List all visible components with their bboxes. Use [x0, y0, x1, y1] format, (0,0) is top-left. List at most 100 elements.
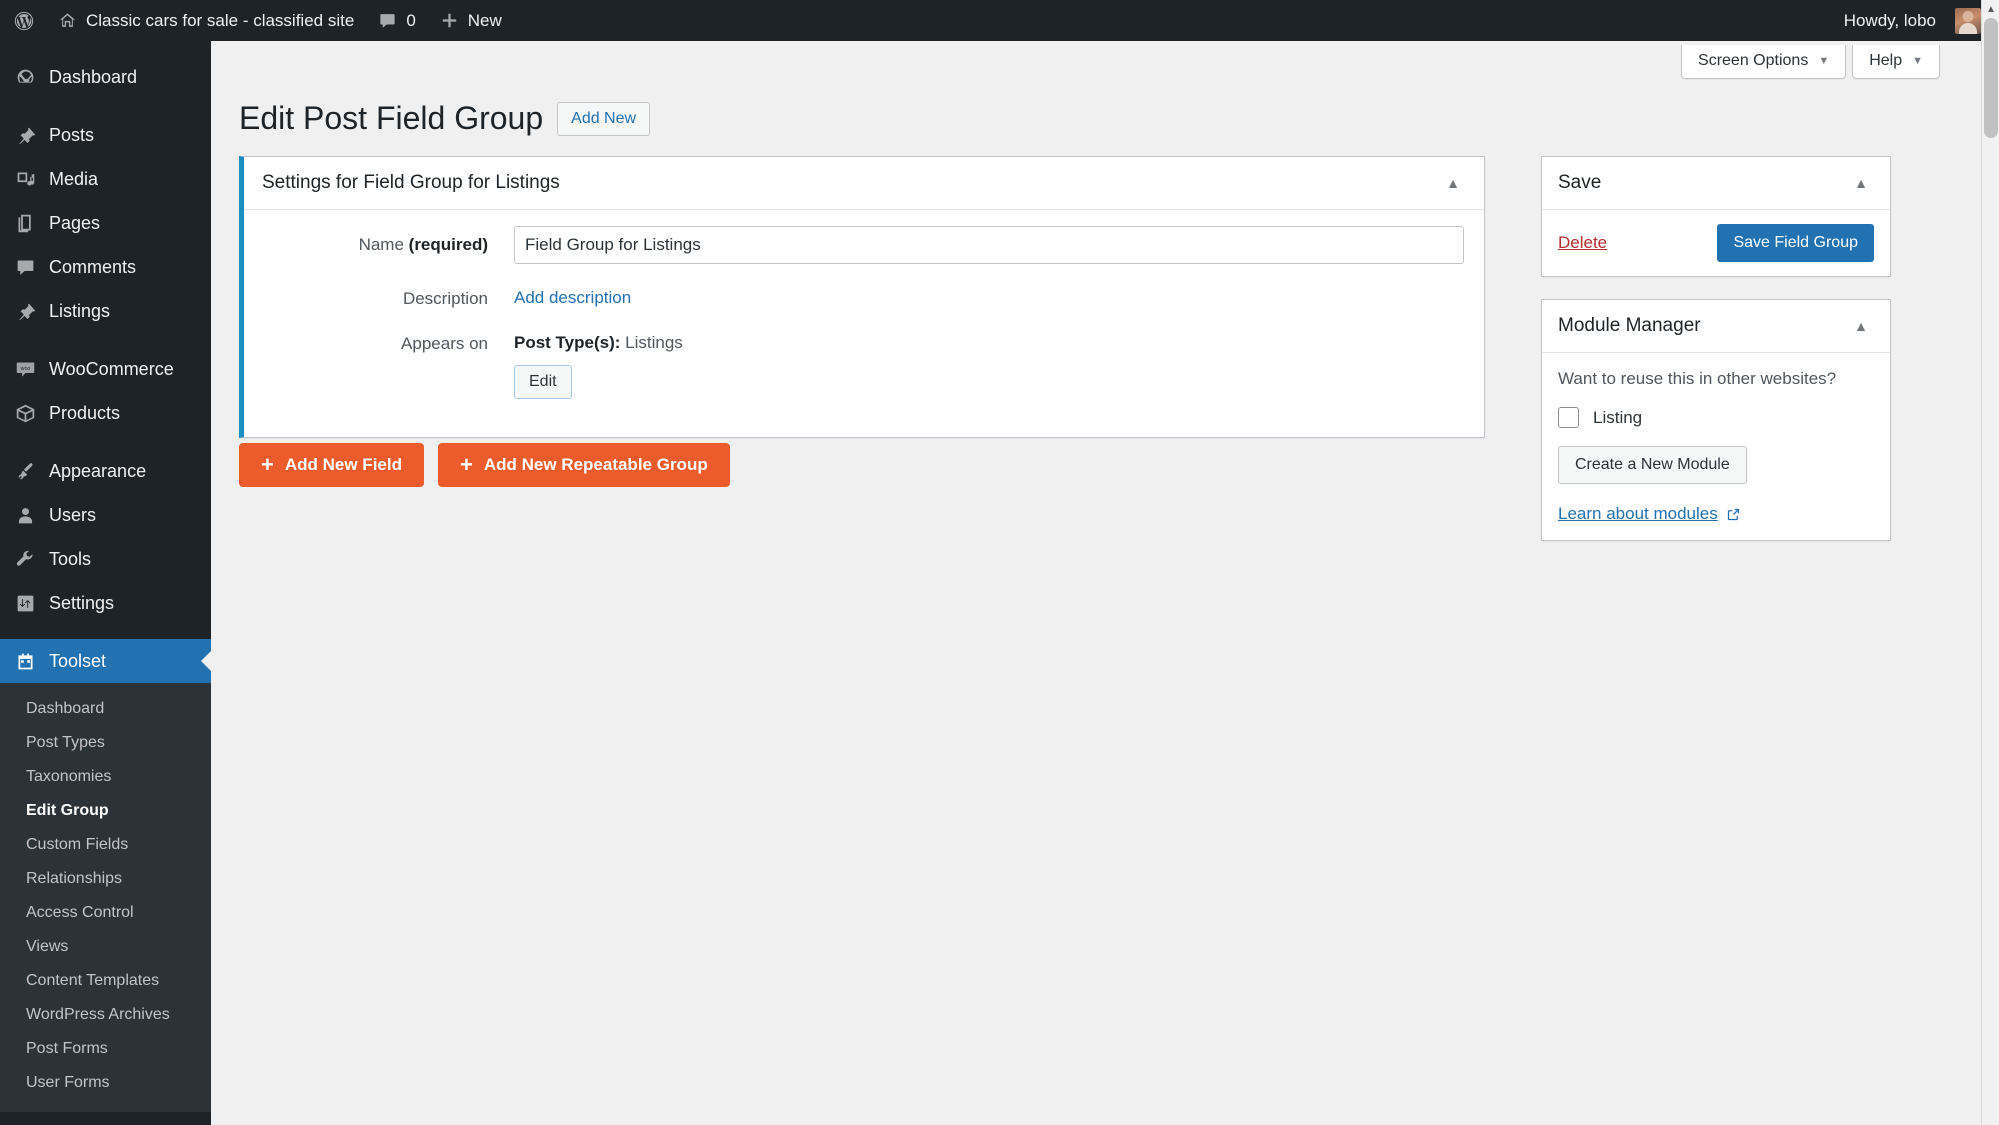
submenu-item-dashboard[interactable]: Dashboard — [0, 692, 211, 726]
submenu-item-wordpress-archives[interactable]: WordPress Archives — [0, 998, 211, 1032]
module-manager-metabox: Module Manager ▲ Want to reuse this in o… — [1541, 299, 1891, 541]
sidebar-item-tools[interactable]: Tools — [0, 537, 211, 581]
name-required-text: (required) — [408, 235, 488, 254]
sidebar-label: Users — [49, 504, 97, 525]
submenu-item-content-templates[interactable]: Content Templates — [0, 964, 211, 998]
sidebar-item-posts[interactable]: Posts — [0, 113, 211, 157]
submenu-item-post-types[interactable]: Post Types — [0, 726, 211, 760]
sidebar-item-pages[interactable]: Pages — [0, 201, 211, 245]
wordpress-logo-button[interactable] — [0, 0, 46, 41]
home-icon — [58, 11, 77, 30]
external-link-icon — [1726, 507, 1741, 522]
admin-bar-right: Howdy, lobo — [1832, 0, 1999, 41]
new-label: New — [467, 10, 502, 30]
save-field-group-button[interactable]: Save Field Group — [1717, 224, 1874, 262]
sidebar-item-toolset[interactable]: Toolset — [0, 639, 211, 683]
site-name-link[interactable]: Classic cars for sale - classified site — [46, 0, 366, 41]
sidebar-item-products[interactable]: Products — [0, 391, 211, 435]
submenu-item-relationships[interactable]: Relationships — [0, 862, 211, 896]
sidebar-label: Posts — [49, 124, 95, 145]
settings-metabox: Settings for Field Group for Listings ▲ … — [239, 156, 1485, 438]
appears-on-row: Appears on Post Type(s): Listings Edit — [264, 325, 1464, 399]
new-content-button[interactable]: New — [428, 0, 514, 41]
sidebar-item-users[interactable]: Users — [0, 493, 211, 537]
screen-options-label: Screen Options — [1698, 52, 1809, 69]
listing-checkbox[interactable] — [1558, 407, 1579, 428]
plus-icon — [440, 11, 459, 30]
pin-icon — [12, 301, 38, 322]
scroll-up-arrow-icon[interactable]: ▲ — [1982, 0, 1999, 18]
page-scrollbar[interactable]: ▲ — [1981, 0, 1999, 1125]
name-row: Name (required) — [264, 226, 1464, 264]
page-title: Edit Post Field Group — [239, 100, 544, 136]
paintbrush-icon — [12, 461, 38, 482]
admin-sidebar-menu: Dashboard Posts Media Pages Comments Lis… — [0, 41, 211, 1125]
side-column: Save ▲ Delete Save Field Group Module Ma… — [1541, 156, 1891, 563]
sidebar-label: Dashboard — [49, 66, 138, 87]
sidebar-label: Toolset — [49, 650, 107, 671]
menu-spacer-2 — [0, 333, 211, 347]
sidebar-item-comments[interactable]: Comments — [0, 245, 211, 289]
save-metabox: Save ▲ Delete Save Field Group — [1541, 156, 1891, 277]
help-label: Help — [1869, 52, 1903, 69]
edit-post-types-button[interactable]: Edit — [514, 365, 572, 399]
chevron-up-icon[interactable]: ▲ — [1848, 314, 1874, 338]
submenu-item-views[interactable]: Views — [0, 930, 211, 964]
module-manager-header[interactable]: Module Manager ▲ — [1542, 300, 1890, 353]
sidebar-item-settings[interactable]: Settings — [0, 581, 211, 625]
add-new-repeatable-group-label: Add New Repeatable Group — [483, 455, 708, 474]
pages-icon — [12, 213, 38, 234]
help-button[interactable]: Help ▼ — [1852, 45, 1940, 79]
plus-icon: + — [459, 452, 473, 477]
howdy-label: Howdy, lobo — [1843, 10, 1936, 30]
sidebar-label: Media — [49, 168, 99, 189]
site-name-label: Classic cars for sale - classified site — [86, 10, 355, 30]
sidebar-label: Products — [49, 402, 121, 423]
sidebar-label: Pages — [49, 212, 101, 233]
post-types-list: Listings — [625, 333, 683, 352]
my-account-menu[interactable]: Howdy, lobo — [1832, 0, 1981, 41]
module-manager-body: Want to reuse this in other websites? Li… — [1542, 353, 1890, 540]
scrollbar-thumb[interactable] — [1984, 18, 1998, 138]
delete-link[interactable]: Delete — [1558, 233, 1607, 253]
field-actions-row: + Add New Field + Add New Repeatable Gro… — [239, 443, 730, 487]
settings-metabox-header[interactable]: Settings for Field Group for Listings ▲ — [244, 157, 1484, 210]
chevron-up-icon[interactable]: ▲ — [1440, 171, 1466, 195]
name-label: Name (required) — [264, 226, 514, 255]
learn-link-wrap: Learn about modules — [1558, 504, 1874, 524]
module-manager-title: Module Manager — [1558, 315, 1701, 336]
screen-options-button[interactable]: Screen Options ▼ — [1681, 45, 1847, 79]
chevron-up-icon[interactable]: ▲ — [1848, 171, 1874, 195]
description-label: Description — [402, 289, 488, 308]
save-metabox-header[interactable]: Save ▲ — [1542, 157, 1890, 210]
sidebar-item-dashboard[interactable]: Dashboard — [0, 55, 211, 99]
comments-bubble-button[interactable]: 0 — [366, 0, 427, 41]
plus-icon: + — [261, 452, 274, 477]
products-box-icon — [12, 403, 38, 424]
add-new-field-button[interactable]: + Add New Field — [239, 443, 424, 487]
add-description-link[interactable]: Add description — [514, 280, 631, 308]
submenu-item-post-forms[interactable]: Post Forms — [0, 1032, 211, 1066]
create-new-module-button[interactable]: Create a New Module — [1558, 446, 1747, 484]
sidebar-item-appearance[interactable]: Appearance — [0, 449, 211, 493]
sidebar-item-woocommerce[interactable]: woo WooCommerce — [0, 347, 211, 391]
sidebar-item-listings[interactable]: Listings — [0, 289, 211, 333]
submenu-item-custom-fields[interactable]: Custom Fields — [0, 828, 211, 862]
submenu-item-taxonomies[interactable]: Taxonomies — [0, 760, 211, 794]
submenu-item-user-forms[interactable]: User Forms — [0, 1066, 211, 1100]
learn-about-modules-link[interactable]: Learn about modules — [1558, 504, 1741, 524]
add-new-button[interactable]: Add New — [557, 101, 651, 136]
sidebar-item-media[interactable]: Media — [0, 157, 211, 201]
submenu-item-access-control[interactable]: Access Control — [0, 896, 211, 930]
toolset-icon — [12, 651, 38, 672]
menu-spacer-top — [0, 41, 211, 55]
save-metabox-title: Save — [1558, 172, 1602, 193]
submenu-item-edit-group[interactable]: Edit Group — [0, 794, 211, 828]
name-input[interactable] — [514, 226, 1464, 264]
module-checkbox-row[interactable]: Listing — [1558, 407, 1874, 428]
screen-meta-links: Screen Options ▼ Help ▼ — [1681, 45, 1940, 79]
page-header: Edit Post Field Group Add New — [239, 98, 651, 140]
appears-on-label: Appears on — [401, 334, 488, 353]
add-new-repeatable-group-button[interactable]: + Add New Repeatable Group — [437, 443, 730, 487]
menu-spacer-4 — [0, 625, 211, 639]
